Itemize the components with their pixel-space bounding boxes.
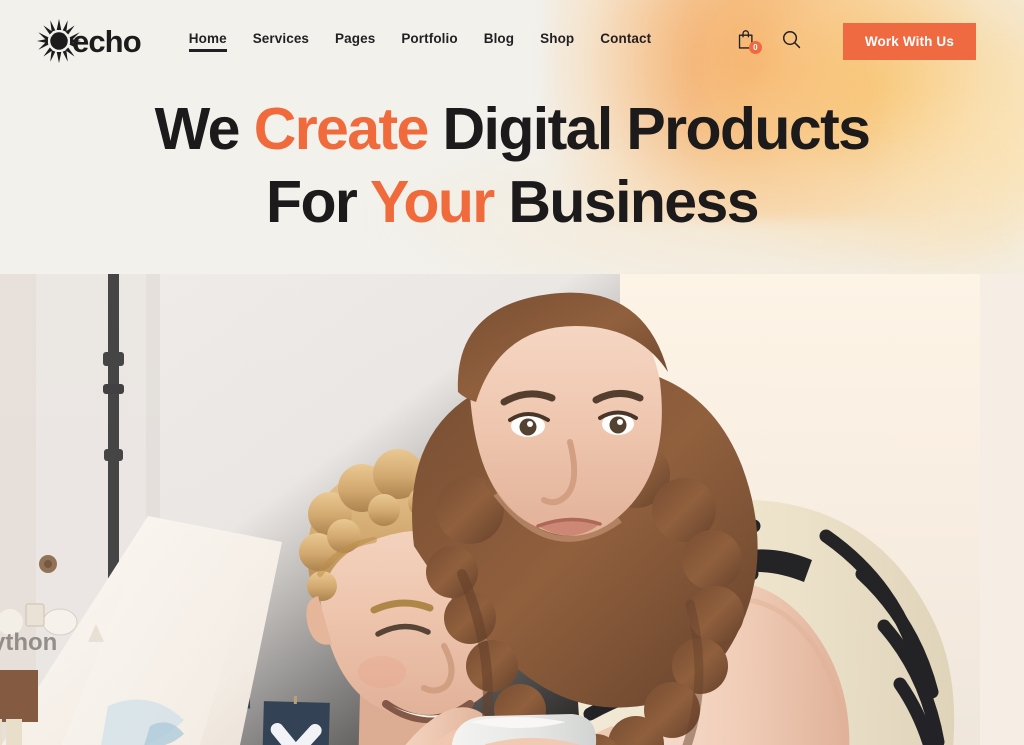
brand-logo[interactable]: echo xyxy=(36,18,142,64)
hero-heading-line-1: We Create Digital Products xyxy=(0,100,1024,159)
work-with-us-button[interactable]: Work With Us xyxy=(842,22,976,60)
search-icon xyxy=(782,30,801,52)
hero-line1-part2: Digital Products xyxy=(427,96,871,162)
hero-copy: We Create Digital Products For Your Busi… xyxy=(0,82,1024,232)
cart-button[interactable]: 0 xyxy=(735,28,762,54)
header-actions: 0 Work With Us xyxy=(735,22,976,60)
hero-heading-line-2: For Your Business xyxy=(0,173,1024,232)
page-root: echo Home Services Pages Portfolio Blog … xyxy=(0,0,1024,745)
primary-nav: Home Services Pages Portfolio Blog Shop … xyxy=(188,31,651,52)
cart-count-badge: 0 xyxy=(748,41,762,54)
nav-item-pages[interactable]: Pages xyxy=(335,31,375,52)
hero-line1-highlight: Create xyxy=(253,96,430,162)
hero-image: ython xyxy=(0,274,1024,745)
nav-item-contact[interactable]: Contact xyxy=(600,31,651,52)
nav-item-portfolio[interactable]: Portfolio xyxy=(401,31,457,52)
brand-wordmark: echo xyxy=(72,23,142,59)
hero-line1-part1: We xyxy=(154,96,254,162)
hero-top-band: echo Home Services Pages Portfolio Blog … xyxy=(0,0,1024,274)
nav-item-blog[interactable]: Blog xyxy=(484,31,514,52)
nav-item-shop[interactable]: Shop xyxy=(540,31,574,52)
site-header: echo Home Services Pages Portfolio Blog … xyxy=(0,0,1024,82)
nav-item-home[interactable]: Home xyxy=(188,31,227,52)
hero-line2-highlight: Your xyxy=(370,169,495,235)
search-button[interactable] xyxy=(780,28,804,54)
hero-heading: We Create Digital Products For Your Busi… xyxy=(0,100,1024,232)
nav-item-services[interactable]: Services xyxy=(253,31,309,52)
hero-line2-part2: Business xyxy=(493,169,759,235)
hero-line2-part1: For xyxy=(266,169,370,235)
